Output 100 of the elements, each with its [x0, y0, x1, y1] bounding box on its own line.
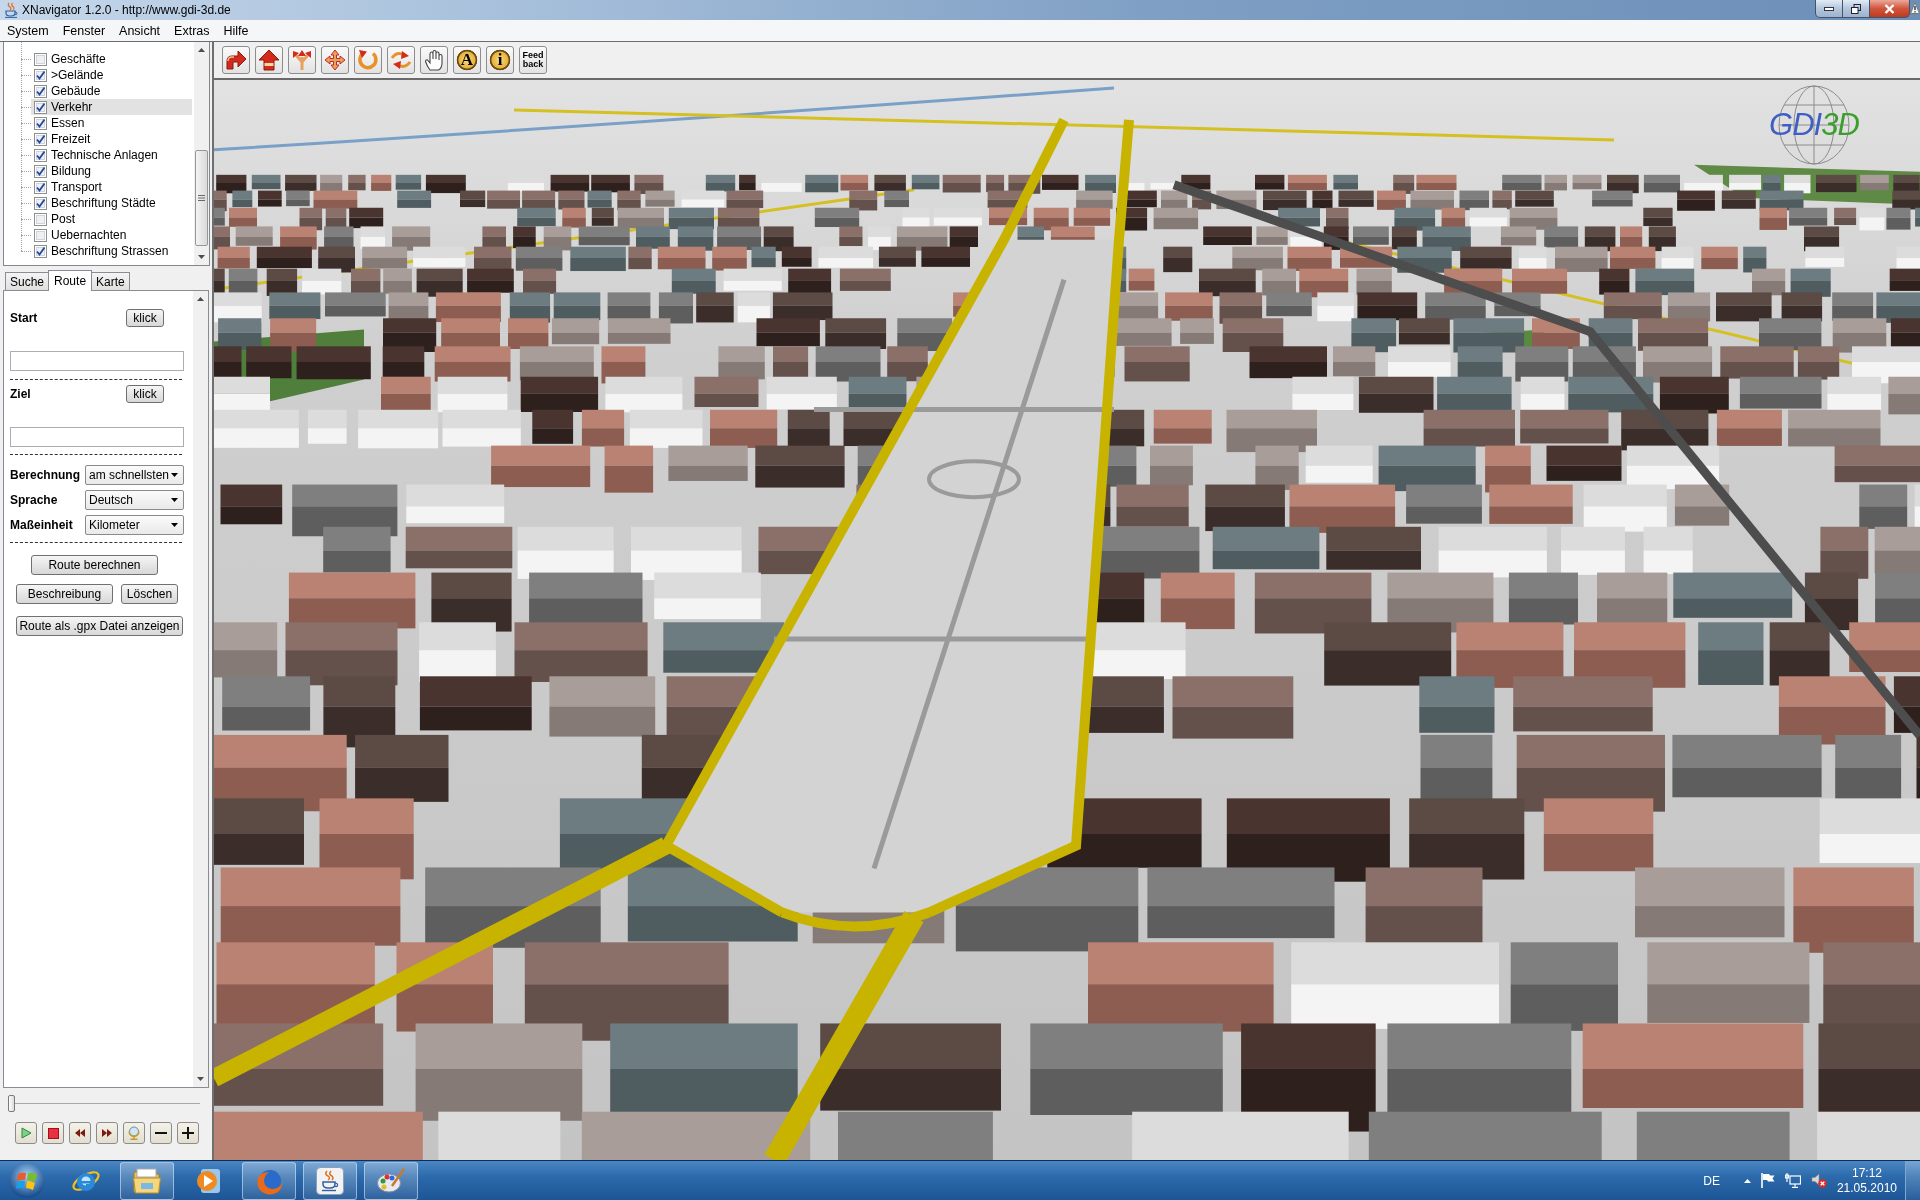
tree-item[interactable]: Verkehr — [31, 99, 192, 115]
menu-item[interactable]: System — [0, 20, 56, 41]
feedback-button[interactable]: Feed back — [519, 46, 547, 74]
taskbar-button[interactable] — [120, 1161, 174, 1200]
restore-icon — [1851, 3, 1861, 14]
flag-icon — [1760, 1173, 1775, 1188]
checkbox[interactable] — [34, 164, 47, 178]
text-field[interactable] — [10, 427, 184, 447]
checkbox[interactable] — [34, 180, 47, 194]
menu-item[interactable]: Hilfe — [216, 20, 256, 41]
play-button[interactable] — [15, 1122, 37, 1144]
tree-item[interactable]: Uebernachten — [31, 227, 192, 243]
checkbox[interactable] — [34, 244, 47, 258]
rotate-icon — [357, 49, 379, 71]
checkbox[interactable] — [34, 148, 47, 162]
toolbar-button[interactable] — [288, 46, 316, 74]
restore-button[interactable] — [1843, 0, 1870, 18]
up-arrow-icon — [258, 49, 280, 71]
tree-item[interactable]: Geschäfte — [31, 51, 192, 67]
tab[interactable]: Karte — [91, 272, 130, 290]
text-field[interactable] — [10, 351, 184, 371]
toolbar-button[interactable] — [354, 46, 382, 74]
start-button[interactable] — [7, 1161, 47, 1200]
scroll-down-arrow-icon — [197, 1077, 204, 1081]
plus-icon — [182, 1127, 194, 1139]
toolbar-button[interactable] — [387, 46, 415, 74]
tree-item[interactable]: Essen — [31, 115, 192, 131]
toolbar-button[interactable] — [222, 46, 250, 74]
checkbox[interactable] — [34, 68, 47, 82]
form-button[interactable]: Route als .gpx Datei anzeigen — [16, 616, 183, 636]
orb-icon — [9, 1162, 45, 1199]
pick-button[interactable]: klick — [126, 385, 164, 403]
tab[interactable]: Suche — [5, 272, 50, 290]
scrollbar-thumb[interactable] — [195, 150, 208, 246]
close-button[interactable] — [1870, 0, 1910, 18]
tree-item[interactable]: Transport — [31, 179, 192, 195]
checkbox[interactable] — [34, 52, 47, 66]
toolbar-button[interactable]: i — [486, 46, 514, 74]
scroll-down-arrow-icon — [198, 255, 205, 259]
tree-item[interactable]: Beschriftung Strassen — [31, 243, 192, 259]
slider-thumb[interactable] — [8, 1095, 15, 1112]
up-triangle-icon — [1743, 1178, 1751, 1183]
minimize-icon — [1824, 6, 1834, 11]
city-map-drawing[interactable] — [214, 80, 1920, 1160]
stop-icon — [47, 1127, 59, 1139]
show-desktop-button[interactable] — [1905, 1161, 1920, 1200]
checkbox[interactable] — [34, 196, 47, 210]
logo-text: GDI3D — [1769, 107, 1859, 143]
warning-icon — [1910, 2, 1920, 14]
forward-button[interactable] — [96, 1122, 118, 1144]
tree-item[interactable]: >Gelände — [31, 67, 192, 83]
language-indicator[interactable]: DE — [1703, 1173, 1720, 1188]
taskbar-button[interactable] — [303, 1161, 357, 1200]
scrollbar[interactable] — [194, 42, 209, 265]
dropdown[interactable]: Deutsch — [85, 490, 184, 510]
field-label: Start — [10, 311, 39, 325]
toolbar-button[interactable] — [255, 46, 283, 74]
dropdown[interactable]: am schnellsten — [85, 465, 184, 485]
checkbox[interactable] — [34, 132, 47, 146]
tab[interactable]: Route — [48, 270, 93, 291]
menu-item[interactable]: Ansicht — [112, 20, 168, 41]
toolbar-button[interactable]: A — [453, 46, 481, 74]
toolbar-button[interactable] — [420, 46, 448, 74]
plus-button[interactable] — [177, 1122, 199, 1144]
menu-item[interactable]: Fenster — [55, 20, 113, 41]
toolbar-button[interactable] — [321, 46, 349, 74]
tree-item[interactable]: Gebäude — [31, 83, 192, 99]
clock[interactable]: 17:12 21.05.2010 — [1836, 1165, 1897, 1196]
checkbox[interactable] — [34, 100, 47, 114]
form-button[interactable]: Route berechnen — [31, 555, 158, 575]
form-button[interactable]: Beschreibung — [16, 584, 113, 604]
pick-button[interactable]: klick — [126, 309, 164, 327]
minimize-button[interactable] — [1815, 0, 1843, 18]
checkbox[interactable] — [34, 116, 47, 130]
muted-speaker-icon — [1810, 1173, 1827, 1188]
rewind-icon — [75, 1129, 85, 1137]
dropdown[interactable]: Kilometer — [85, 515, 184, 535]
tree-item[interactable]: Technische Anlagen — [31, 147, 192, 163]
taskbar-button[interactable] — [364, 1161, 418, 1200]
minus-button[interactable] — [150, 1122, 172, 1144]
tree-item[interactable]: Freizeit — [31, 131, 192, 147]
stop-button[interactable] — [42, 1122, 64, 1144]
coffee-cup-icon — [316, 1166, 344, 1195]
form-button[interactable]: Löschen — [121, 584, 178, 604]
checkbox[interactable] — [34, 212, 47, 226]
scrollbar[interactable] — [193, 291, 208, 1087]
taskbar-button[interactable] — [242, 1161, 296, 1200]
field-label: Ziel — [10, 387, 32, 401]
menu-item[interactable]: Extras — [167, 20, 217, 41]
checkbox[interactable] — [34, 228, 47, 242]
globe-button[interactable] — [123, 1122, 145, 1144]
rewind-button[interactable] — [69, 1122, 91, 1144]
tree-item[interactable]: Post — [31, 211, 192, 227]
tree-item[interactable]: Bildung — [31, 163, 192, 179]
tree-item[interactable]: Beschriftung Städte — [31, 195, 192, 211]
caret-icon — [171, 523, 178, 527]
globe-icon — [128, 1126, 140, 1140]
scroll-up-arrow-icon — [198, 48, 205, 52]
caret-icon — [171, 473, 178, 477]
checkbox[interactable] — [34, 84, 47, 98]
